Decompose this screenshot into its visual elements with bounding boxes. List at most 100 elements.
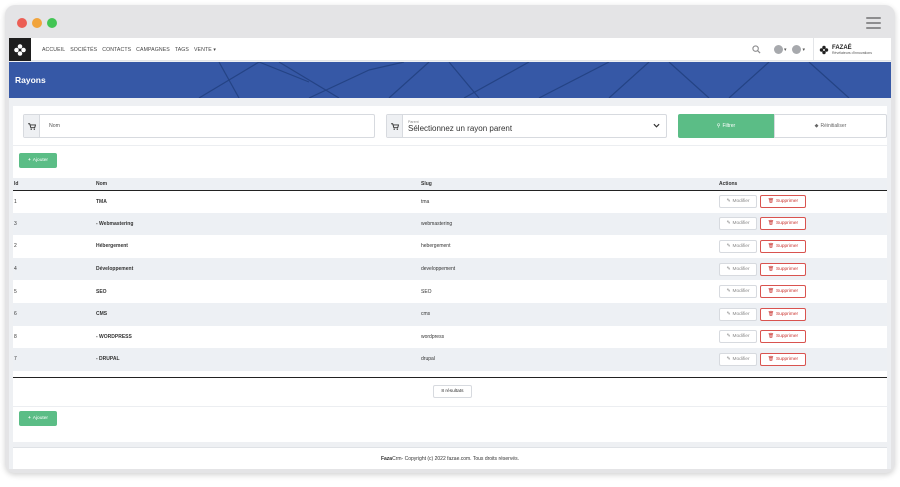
delete-button[interactable]: 🗑 Supprimer [760,217,806,231]
page-title: Rayons [15,75,46,85]
user-icon[interactable] [792,45,802,54]
cell-id: 8 [13,325,95,349]
cell-actions: ✎ Modifier 🗑 Supprimer [718,348,887,371]
table-row: 2 Hébergement hebergement ✎ Modifier 🗑 Supprim… [13,235,887,258]
column-header-id: Id [13,178,95,191]
add-button[interactable]: + Ajouter [19,153,57,168]
chevron-down-icon[interactable]: ▾ [784,47,787,53]
cell-id: 1 [13,190,95,213]
reset-button[interactable]: ◆ Réinitialiser [774,114,887,138]
search-icon[interactable] [752,45,761,54]
app-viewport: ACCUEIL SOCIÉTÉS CONTACTS CAMPAGNES TAGS… [9,38,891,469]
delete-button-label: Supprimer [775,266,799,272]
flower-logo-icon [14,43,26,56]
caret-down-icon: ▾ [213,46,217,53]
edit-button[interactable]: ✎ Modifier [719,239,757,253]
delete-button[interactable]: 🗑 Supprimer [760,195,806,209]
nav-item-contacts[interactable]: CONTACTS [102,47,131,53]
cell-slug: SEO [420,280,718,303]
close-window-button[interactable] [17,18,27,28]
edit-button[interactable]: ✎ Modifier [719,217,757,231]
pencil-icon: ✎ [726,243,731,249]
parent-select[interactable]: Parent Sélectionnez un rayon parent [386,114,667,138]
delete-button-label: Supprimer [775,356,799,362]
delete-button[interactable]: 🗑 Supprimer [760,307,806,321]
edit-button-label: Modifier [732,356,750,362]
trash-icon: 🗑 [767,311,774,317]
minimize-window-button[interactable] [32,18,42,28]
cell-name: CMS [95,302,420,326]
cell-name: TMA [95,190,420,213]
edit-button[interactable]: ✎ Modifier [719,262,757,276]
edit-button[interactable]: ✎ Modifier [719,307,757,321]
cell-name: - DRUPAL [95,348,420,371]
nav-item-campagnes[interactable]: CAMPAGNES [136,47,170,53]
cell-slug: developpement [420,257,718,281]
table-header-row: Id Nom Slug Actions [13,178,887,191]
nav-item-vente-label: VENTE [193,46,212,53]
user-icon[interactable] [773,45,783,54]
brand-tagline: Révélateurs d'innovations [832,50,872,55]
filter-bar: Nom Parent Sélectionnez un rayon parent … [13,106,887,146]
trash-icon: 🗑 [767,356,774,362]
column-header-actions: Actions [718,178,887,191]
trash-icon: 🗑 [767,289,774,295]
cell-name: - WORDPRESS [95,325,420,349]
plus-icon: + [27,416,31,421]
eraser-icon: ◆ [814,123,819,129]
cell-name: Développement [95,257,420,281]
table-row: 5 SEO SEO ✎ Modifier 🗑 Supprimer [13,280,887,303]
cell-id: 7 [13,348,95,371]
nav-item-tags[interactable]: TAGS [175,47,189,53]
cell-name: SEO [95,280,420,303]
cell-slug: drupal [420,348,718,371]
chevron-down-icon [653,123,660,128]
nav-item-vente[interactable]: VENTE ▾ [194,47,216,53]
delete-button[interactable]: 🗑 Supprimer [760,285,806,299]
cell-id: 4 [13,257,95,281]
cell-slug: wordpress [420,325,718,349]
cell-slug: tma [420,190,718,213]
rayons-table: Id Nom Slug Actions 1 TMA tma ✎ Modifier 🗑 Sup… [13,178,887,371]
table-body: 1 TMA tma ✎ Modifier 🗑 Supprimer 3- Webmasterin… [13,190,887,371]
pencil-icon: ✎ [726,221,731,227]
edit-button[interactable]: ✎ Modifier [719,352,757,366]
chevron-down-icon[interactable]: ▾ [802,47,805,53]
delete-button[interactable]: 🗑 Supprimer [760,352,806,366]
page-banner: Rayons [9,62,891,98]
delete-button[interactable]: 🗑 Supprimer [760,262,806,276]
menu-icon[interactable] [866,17,881,32]
delete-button[interactable]: 🗑 Supprimer [760,239,806,253]
table-row: 3- Webmastering webmastering ✎ Modifier 🗑 Sup… [13,212,887,236]
delete-button[interactable]: 🗑 Supprimer [760,330,806,344]
edit-button[interactable]: ✎ Modifier [719,330,757,344]
cell-actions: ✎ Modifier 🗑 Supprimer [718,280,887,303]
results-count: 8 résultats [433,385,472,398]
navbar-right: ▾ ▾ FAZAÉ Révélateurs d'innovations [752,38,891,61]
add-button-bottom[interactable]: + Ajouter [19,411,57,426]
pencil-icon: ✎ [726,199,731,205]
nav-item-societes[interactable]: SOCIÉTÉS [70,47,97,53]
cell-slug: webmastering [420,212,718,236]
top-navbar: ACCUEIL SOCIÉTÉS CONTACTS CAMPAGNES TAGS… [9,38,891,61]
page-footer: Faza Crm - Copyright (c) 2022 fazae.com. … [13,447,887,469]
filter-button-label: Filtrer [722,123,736,129]
plus-icon: + [27,158,31,163]
edit-button-label: Modifier [732,199,750,205]
edit-button[interactable]: ✎ Modifier [719,285,757,299]
cell-actions: ✎ Modifier 🗑 Supprimer [718,302,887,326]
cell-slug: cms [420,302,718,326]
column-header-name: Nom [95,178,420,191]
edit-button[interactable]: ✎ Modifier [719,195,757,209]
filter-button[interactable]: ⚲ Filtrer [678,114,774,138]
app-logo[interactable] [9,38,31,61]
reset-button-label: Réinitialiser [820,123,847,129]
trash-icon: 🗑 [767,221,774,227]
trash-icon: 🗑 [767,199,774,205]
name-filter-field[interactable]: Nom [23,114,375,138]
delete-button-label: Supprimer [775,199,799,205]
nav-item-accueil[interactable]: ACCUEIL [42,47,65,53]
main-panel: Nom Parent Sélectionnez un rayon parent … [13,106,887,442]
maximize-window-button[interactable] [47,18,57,28]
table-row: 4 Développement developpement ✎ Modifier 🗑 Sup… [13,257,887,281]
